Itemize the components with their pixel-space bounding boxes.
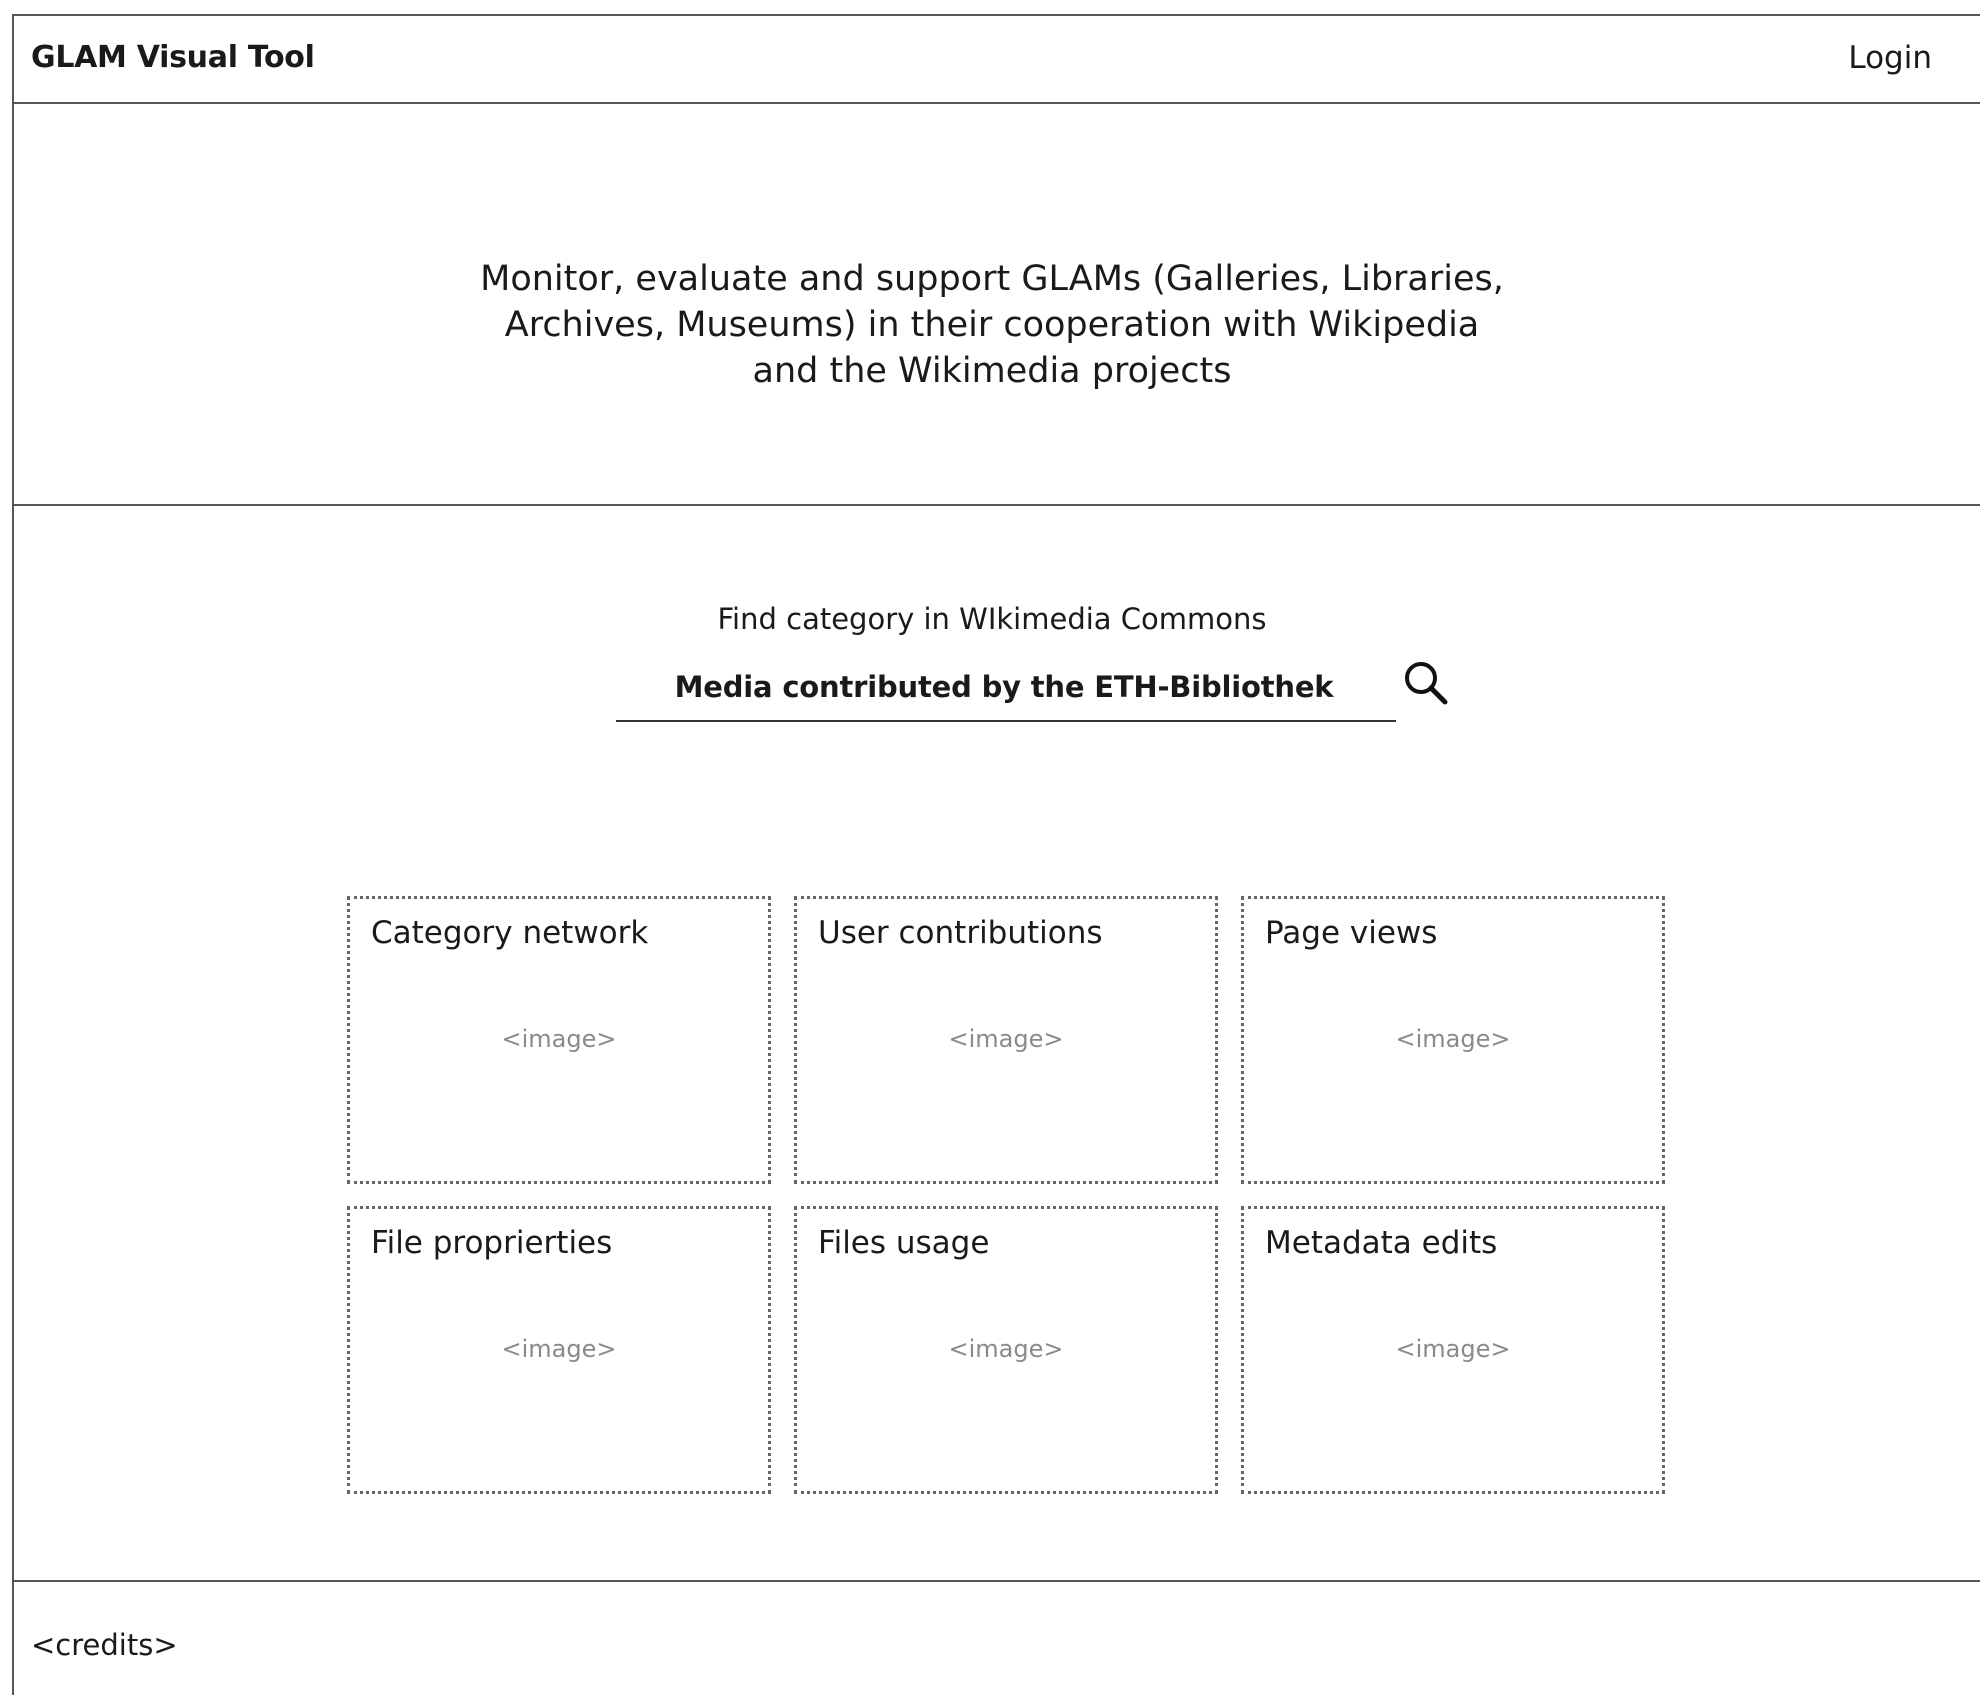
card-category-network[interactable]: Category network <image> (347, 896, 771, 1184)
card-title: File proprierties (371, 1225, 613, 1261)
credits-text: <credits> (31, 1628, 178, 1662)
hero-line: Monitor, evaluate and support GLAMs (Gal… (480, 259, 1504, 299)
top-bar: GLAM Visual Tool Login (14, 16, 1980, 104)
search-label: Find category in WIkimedia Commons (717, 602, 1267, 636)
image-placeholder: <image> (501, 1335, 617, 1363)
card-title: Category network (371, 915, 649, 951)
image-placeholder: <image> (948, 1335, 1064, 1363)
card-title: Metadata edits (1265, 1225, 1498, 1261)
image-placeholder: <image> (501, 1025, 617, 1053)
image-placeholder: <image> (948, 1025, 1064, 1053)
card-title: Files usage (818, 1225, 990, 1261)
card-files-usage[interactable]: Files usage <image> (794, 1206, 1218, 1494)
search-icon[interactable] (1399, 656, 1455, 712)
card-title: Page views (1265, 915, 1438, 951)
image-placeholder: <image> (1395, 1025, 1511, 1053)
card-file-properties[interactable]: File proprierties <image> (347, 1206, 771, 1494)
app-title: GLAM Visual Tool (31, 40, 315, 75)
card-page-views[interactable]: Page views <image> (1241, 896, 1665, 1184)
hero-line: Archives, Museums) in their cooperation … (504, 305, 1480, 345)
image-placeholder: <image> (1395, 1335, 1511, 1363)
card-title: User contributions (818, 915, 1103, 951)
card-metadata-edits[interactable]: Metadata edits <image> (1241, 1206, 1665, 1494)
search-input[interactable]: Media contributed by the ETH-Bibliothek (614, 670, 1394, 704)
hero-line: and the Wikimedia projects (752, 351, 1232, 391)
card-user-contributions[interactable]: User contributions <image> (794, 896, 1218, 1184)
footer: <credits> (14, 1582, 1980, 1697)
search-input-underline (616, 720, 1396, 722)
login-link[interactable]: Login (1848, 40, 1932, 76)
hero-section: Monitor, evaluate and support GLAMs (Gal… (14, 104, 1980, 506)
hero-description: Monitor, evaluate and support GLAMs (Gal… (2, 256, 1980, 394)
page-frame: GLAM Visual Tool Login Monitor, evaluate… (12, 14, 1980, 1695)
search-section: Find category in WIkimedia Commons Media… (14, 506, 1980, 1582)
